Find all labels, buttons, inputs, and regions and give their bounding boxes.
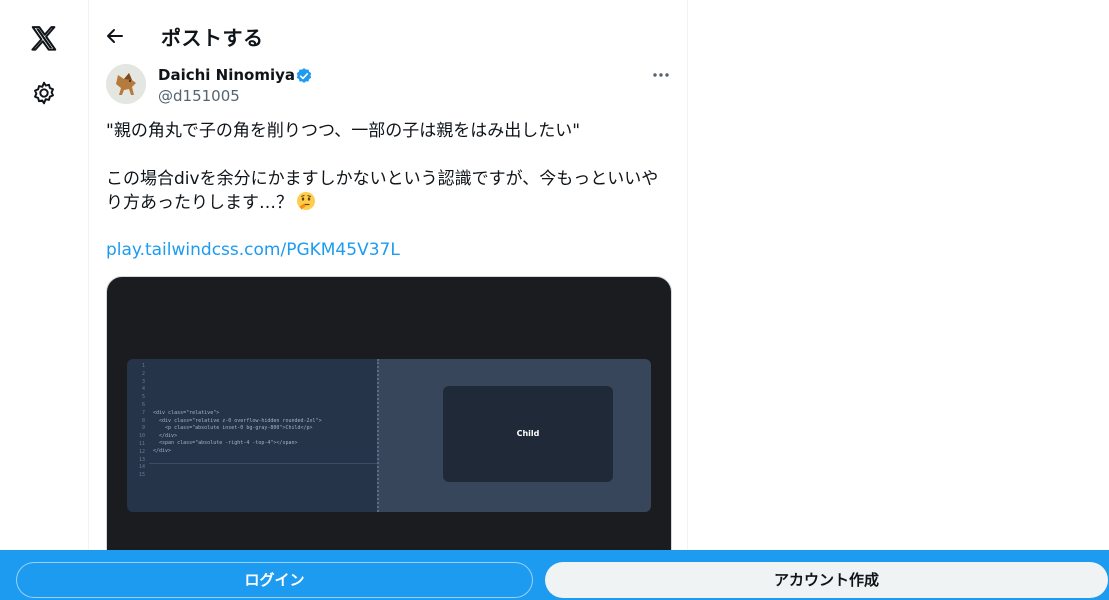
line-numbers: 1 2 3 4 5 6 7 8 9 10 11 12 13 14 15 — [133, 363, 145, 480]
x-logo-icon[interactable] — [28, 24, 60, 54]
tweet-line: "親の角丸で子の角を削りつつ、一部の子は親をはみ出したい" — [106, 121, 581, 141]
line-number: 8 — [141, 417, 145, 424]
avatar[interactable] — [106, 64, 146, 104]
thinking-face-icon — [297, 192, 315, 210]
line-number: 6 — [141, 401, 145, 408]
preview-child-label: Child — [516, 429, 540, 438]
line-number: 1 — [141, 363, 145, 369]
line-number: 10 — [138, 433, 145, 440]
line-number: 7 — [141, 409, 145, 416]
author-display-name[interactable]: Daichi Ninomiya — [158, 66, 295, 84]
preview-child-box: Child — [443, 386, 613, 482]
tweet-link[interactable]: play.tailwindcss.com/PGKM45V37L — [106, 240, 400, 260]
code-line: <span class="absolute -right-4 -top-4"><… — [153, 440, 298, 447]
arrow-left-icon[interactable] — [103, 24, 127, 48]
code-lines: <div class="relative"> <div class="relat… — [153, 410, 322, 456]
line-number: 11 — [138, 440, 145, 447]
tweet-text: "親の角丸で子の角を削りつつ、一部の子は親をはみ出したい" この場合divを余分… — [106, 119, 672, 215]
tweet-line: この場合divを余分にかますしかないという認識ですが、今もっといいや — [106, 169, 659, 189]
page-header: ポストする — [89, 0, 689, 56]
line-number: 5 — [141, 394, 145, 401]
gear-icon[interactable] — [31, 80, 57, 106]
code-line: <p class="absolute inset-0 bg-gray-800">… — [153, 425, 313, 432]
cursor-line — [149, 463, 377, 464]
line-number: 3 — [141, 378, 145, 385]
author-handle[interactable]: @d151005 — [158, 87, 240, 105]
code-line: </div> — [153, 447, 172, 454]
code-editor-screenshot: 1 2 3 4 5 6 7 8 9 10 11 12 13 14 15 <div class="relati… — [127, 359, 651, 512]
more-horizontal-icon[interactable] — [650, 66, 672, 84]
code-line: </div> — [153, 432, 178, 439]
login-button[interactable]: ログイン — [16, 562, 533, 598]
bottom-signup-bar: ログイン アカウント作成 — [0, 550, 1109, 600]
page-title: ポストする — [161, 26, 264, 50]
code-line: <div class="relative z-0 overflow-hidden… — [153, 417, 322, 424]
code-line: <div class="relative"> — [153, 410, 220, 416]
verified-badge-icon — [296, 68, 312, 83]
left-nav — [0, 0, 88, 600]
line-number: 14 — [138, 464, 145, 471]
line-number: 9 — [141, 425, 145, 432]
main-column: ポストする Daichi Ninomiya @d151005 "親の角丸で子の角… — [88, 0, 688, 600]
line-number: 15 — [138, 472, 145, 479]
line-number: 2 — [141, 370, 145, 377]
tweet-line: り方あったりします…？ — [106, 191, 672, 215]
create-account-button[interactable]: アカウント作成 — [545, 562, 1108, 598]
code-pane: 1 2 3 4 5 6 7 8 9 10 11 12 13 14 15 <div class="relati… — [127, 359, 377, 512]
preview-pane: Child — [377, 359, 651, 512]
tweet-media-image[interactable]: 1 2 3 4 5 6 7 8 9 10 11 12 13 14 15 <div class="relati… — [106, 276, 672, 576]
line-number: 4 — [141, 386, 145, 393]
line-number: 12 — [138, 448, 145, 455]
tweet-author: Daichi Ninomiya @d151005 — [106, 64, 672, 108]
line-number: 13 — [138, 456, 145, 463]
